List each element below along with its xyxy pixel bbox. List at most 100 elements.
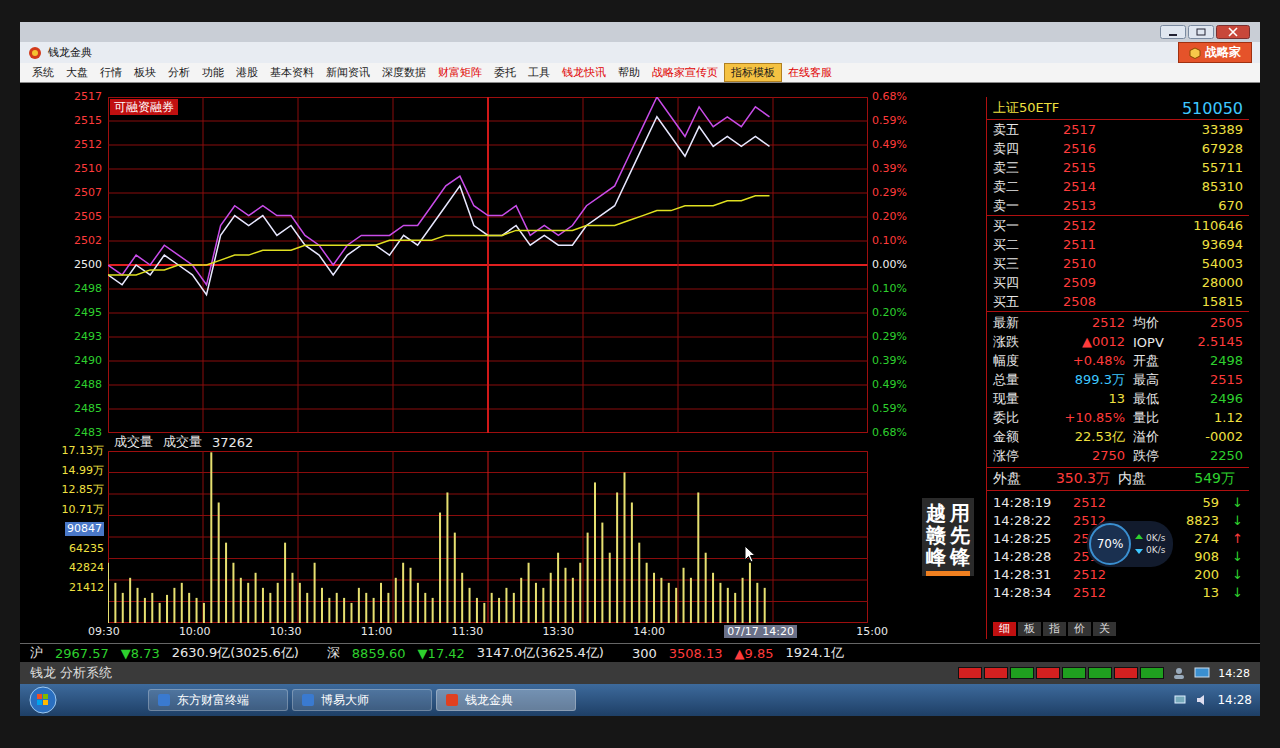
menu-item[interactable]: 行情 xyxy=(94,64,128,81)
price-tick: 2510 xyxy=(74,162,102,176)
menu-item[interactable]: 分析 xyxy=(162,64,196,81)
menu-item[interactable]: 指标模板 xyxy=(724,63,782,82)
taskbar-item[interactable]: 博易大师 xyxy=(292,689,432,711)
cube-icon xyxy=(1189,47,1201,59)
volume-bar xyxy=(697,492,699,623)
stat-value: +0.48% xyxy=(1027,352,1133,370)
brand-button[interactable]: 战略家 xyxy=(1178,42,1252,63)
volume-bar xyxy=(173,588,175,623)
volume-bar xyxy=(461,573,463,623)
volume-bar xyxy=(550,573,552,623)
stat-label: 金额 xyxy=(993,428,1027,446)
taskbar-item[interactable]: 钱龙金典 xyxy=(436,689,576,711)
price-tick: 2502 xyxy=(74,234,102,248)
index-item[interactable]: 沪2967.57▼8.732630.9亿(3025.6亿) xyxy=(30,644,299,662)
order-book-row[interactable]: 买五250815815 xyxy=(987,292,1249,311)
menu-item[interactable]: 在线客服 xyxy=(782,64,838,81)
order-book-row[interactable]: 买一2512110646 xyxy=(987,216,1249,235)
menu-item[interactable]: 工具 xyxy=(522,64,556,81)
stat-label: 量比 xyxy=(1133,409,1173,427)
start-button-icon[interactable] xyxy=(28,685,58,715)
price-plot[interactable]: 可融资融券 xyxy=(108,97,868,433)
menu-item[interactable]: 大盘 xyxy=(60,64,94,81)
order-book-row[interactable]: 买二251193694 xyxy=(987,235,1249,254)
network-widget[interactable]: 70%0K/s0K/s xyxy=(1087,521,1173,567)
price-tick: 2505 xyxy=(74,210,102,224)
order-book-row[interactable]: 卖一2513670 xyxy=(987,196,1249,216)
menu-item[interactable]: 功能 xyxy=(196,64,230,81)
taskbar: 东方财富终端博易大师钱龙金典14:28 xyxy=(20,684,1260,716)
index-item[interactable]: 深8859.60▼17.423147.0亿(3625.4亿) xyxy=(327,644,604,662)
user-icon[interactable] xyxy=(1172,667,1186,679)
time-tick: 09:30 xyxy=(88,625,120,638)
volume-bar xyxy=(609,553,611,623)
time-axis: 09:3010:0010:3011:0011:3013:3014:0007/17… xyxy=(88,623,888,639)
volume-bar xyxy=(498,598,500,623)
tick-row: 14:28:34251213↓ xyxy=(987,583,1249,601)
order-book-row[interactable]: 卖三251555711 xyxy=(987,158,1249,177)
index-item[interactable]: 3003508.13▲9.851924.1亿 xyxy=(632,644,844,662)
stat-value: 1.12 xyxy=(1173,409,1243,427)
panel-tab[interactable]: 指 xyxy=(1043,622,1066,636)
restore-icon[interactable] xyxy=(1188,25,1214,39)
panel-tab[interactable]: 板 xyxy=(1018,622,1041,636)
volume-bar xyxy=(166,595,168,623)
stat-value: 22.53亿 xyxy=(1027,428,1133,446)
close-icon[interactable] xyxy=(1216,25,1250,39)
order-book-row[interactable]: 卖二251485310 xyxy=(987,177,1249,196)
app-status-title: 钱龙 分析系统 xyxy=(30,664,950,682)
volume-bar xyxy=(232,563,234,623)
volume-bar xyxy=(151,593,153,623)
volume-speaker-icon[interactable] xyxy=(1195,693,1209,707)
menu-item[interactable]: 基本资料 xyxy=(264,64,320,81)
menu-item[interactable]: 新闻资讯 xyxy=(320,64,376,81)
volume-bar xyxy=(284,543,286,623)
volume-bar xyxy=(601,523,603,623)
volume-bar xyxy=(343,598,345,623)
menu-item[interactable]: 钱龙快讯 xyxy=(556,64,612,81)
order-book-row[interactable]: 卖五251733389 xyxy=(987,120,1249,139)
app-icon xyxy=(157,693,171,707)
price-tick: 2500 xyxy=(74,258,102,272)
network-icon[interactable] xyxy=(1173,693,1187,707)
margin-badge: 可融资融券 xyxy=(110,99,178,115)
panel-tab[interactable]: 关 xyxy=(1093,622,1116,636)
price-tick: 2498 xyxy=(74,282,102,296)
order-book-row[interactable]: 卖四251667928 xyxy=(987,139,1249,158)
volume-bar xyxy=(535,583,537,623)
menu-item[interactable]: 深度数据 xyxy=(376,64,432,81)
breadth-block xyxy=(1062,667,1086,679)
volume-bar xyxy=(446,492,448,623)
taskbar-item[interactable]: 东方财富终端 xyxy=(148,689,288,711)
stat-label: 溢价 xyxy=(1133,428,1173,446)
percent-axis: 0.68%0.59%0.49%0.39%0.29%0.20%0.10%0.00%… xyxy=(868,90,920,440)
stat-label: 涨停 xyxy=(993,447,1027,465)
price-series-line xyxy=(108,117,770,295)
breadth-block xyxy=(1088,667,1112,679)
price-tick: 2512 xyxy=(74,138,102,152)
menu-item[interactable]: 战略家宣传页 xyxy=(646,64,724,81)
order-book-row[interactable]: 买四250928000 xyxy=(987,273,1249,292)
menu-item[interactable]: 港股 xyxy=(230,64,264,81)
panel-tab[interactable]: 细 xyxy=(993,622,1016,636)
volume-bar xyxy=(719,583,721,623)
volume-bar xyxy=(594,482,596,623)
breadth-block xyxy=(1114,667,1138,679)
ad-banner[interactable]: 越赣峰用先锋 xyxy=(922,498,974,576)
menu-item[interactable]: 系统 xyxy=(26,64,60,81)
window-title: 钱龙金典 xyxy=(48,45,1172,60)
minimize-icon[interactable] xyxy=(1160,25,1186,39)
volume-tick: 42824 xyxy=(69,561,104,575)
menu-item[interactable]: 财富矩阵 xyxy=(432,64,488,81)
upload-arrow-icon xyxy=(1135,534,1143,542)
panel-tab[interactable]: 价 xyxy=(1068,622,1091,636)
menu-item[interactable]: 板块 xyxy=(128,64,162,81)
menu-item[interactable]: 帮助 xyxy=(612,64,646,81)
intraday-chart: 2517251525122510250725052502250024982495… xyxy=(20,97,980,639)
volume-bar xyxy=(513,593,515,623)
menu-item[interactable]: 委托 xyxy=(488,64,522,81)
monitor-icon[interactable] xyxy=(1194,667,1210,679)
volume-plot[interactable] xyxy=(108,451,868,623)
volume-axis: 17.13万14.99万12.85万10.71万9084764235428242… xyxy=(60,444,108,616)
order-book-row[interactable]: 买三251054003 xyxy=(987,254,1249,273)
